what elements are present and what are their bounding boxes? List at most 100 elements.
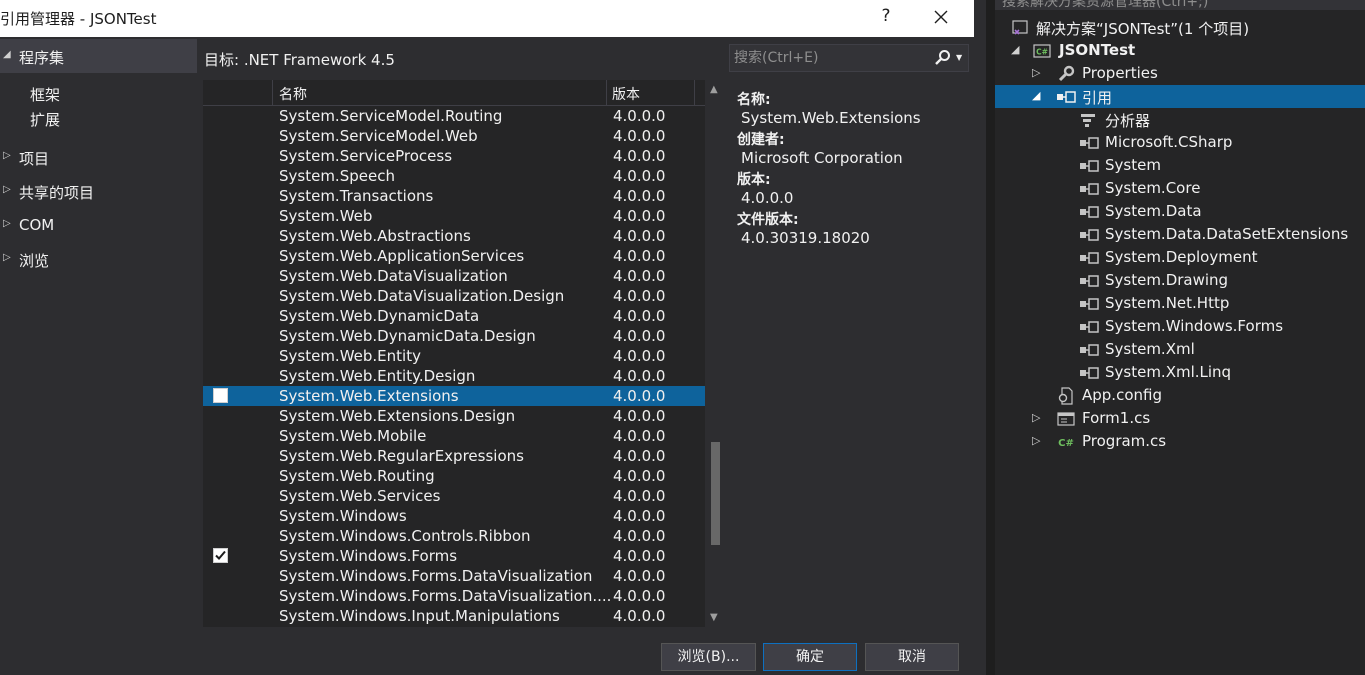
tree-item-reference[interactable]: System.Deployment	[995, 246, 1365, 269]
tree-item-label: 解决方案“JSONTest”(1 个项目)	[1036, 20, 1250, 38]
nav-item-projects[interactable]: ▷ 项目	[0, 146, 197, 170]
expand-arrow-icon[interactable]: ▷	[3, 218, 11, 229]
expand-arrow-icon[interactable]: ▷	[1032, 66, 1040, 79]
table-row[interactable]: System.Web.Services 4.0.0.0	[203, 486, 705, 506]
collapse-arrow-icon[interactable]: ◢	[1011, 43, 1019, 56]
table-row[interactable]: System.Web.Routing 4.0.0.0	[203, 466, 705, 486]
table-row[interactable]: System.Web.DynamicData 4.0.0.0	[203, 306, 705, 326]
assembly-name: System.ServiceModel.Web	[279, 127, 478, 145]
tree-item-reference[interactable]: System.Windows.Forms	[995, 315, 1365, 338]
tree-item-reference[interactable]: System.Xml.Linq	[995, 361, 1365, 384]
assembly-name: System.Web.DataVisualization.Design	[279, 287, 565, 305]
collapse-arrow-icon[interactable]: ◢	[3, 49, 11, 60]
scroll-down-icon[interactable]: ▼	[710, 612, 718, 623]
table-row[interactable]: System.Transactions 4.0.0.0	[203, 186, 705, 206]
close-button[interactable]	[926, 6, 956, 30]
table-row[interactable]: System.ServiceProcess 4.0.0.0	[203, 146, 705, 166]
collapse-arrow-icon[interactable]: ◢	[1032, 89, 1040, 102]
column-separator[interactable]	[694, 80, 695, 106]
nav-item-assemblies[interactable]: ◢ 程序集	[0, 39, 197, 73]
detail-file-version-label: 文件版本:	[737, 212, 799, 228]
nav-item-extensions[interactable]: 扩展	[30, 109, 60, 130]
table-row[interactable]: System.Windows.Input.Manipulations 4.0.0.…	[203, 606, 705, 626]
nav-item-shared-projects[interactable]: ▷ 共享的项目	[0, 180, 197, 204]
search-options-dropdown-icon[interactable]: ▼	[956, 53, 962, 62]
assembly-version: 4.0.0.0	[613, 227, 666, 245]
table-row[interactable]: System.Windows 4.0.0.0	[203, 506, 705, 526]
table-row[interactable]: System.Speech 4.0.0.0	[203, 166, 705, 186]
tree-item-reference[interactable]: System.Net.Http	[995, 292, 1365, 315]
table-row[interactable]: System.Web 4.0.0.0	[203, 206, 705, 226]
vertical-scrollbar[interactable]: ▲ ▼	[705, 80, 725, 627]
tree-item-label: System.Deployment	[1105, 248, 1258, 266]
ok-button[interactable]: 确定	[763, 643, 857, 671]
tree-item-program[interactable]: ▷ C# Program.cs	[995, 430, 1365, 453]
search-icon[interactable]	[934, 49, 952, 71]
column-separator[interactable]	[606, 80, 607, 106]
table-row[interactable]: System.Windows.Controls.Ribbon 4.0.0.0	[203, 526, 705, 546]
assembly-version: 4.0.0.0	[613, 587, 666, 605]
nav-item-framework[interactable]: 框架	[30, 84, 60, 105]
table-row[interactable]: System.Web.Extensions 4.0.0.0	[203, 386, 705, 406]
table-row[interactable]: System.Web.DataVisualization.Design 4.0.0…	[203, 286, 705, 306]
table-row[interactable]: System.Web.Extensions.Design 4.0.0.0	[203, 406, 705, 426]
expand-arrow-icon[interactable]: ▷	[1032, 434, 1040, 447]
checkbox[interactable]	[213, 388, 228, 403]
tree-item-solution[interactable]: 解决方案“JSONTest”(1 个项目)	[995, 16, 1365, 39]
tree-item-reference[interactable]: System.Data	[995, 200, 1365, 223]
browse-button[interactable]: 浏览(B)...	[661, 643, 756, 671]
tree-item-reference[interactable]: System.Core	[995, 177, 1365, 200]
expand-arrow-icon[interactable]: ▷	[3, 150, 11, 161]
cancel-button[interactable]: 取消	[865, 643, 959, 671]
tree-item-project[interactable]: ◢ C# JSONTest	[995, 39, 1365, 62]
assembly-name: System.Windows	[279, 507, 407, 525]
table-row[interactable]: System.Web.Entity 4.0.0.0	[203, 346, 705, 366]
search-box[interactable]: ▼	[729, 44, 969, 72]
table-row[interactable]: System.Web.ApplicationServices 4.0.0.0	[203, 246, 705, 266]
tree-item-app-config[interactable]: App.config	[995, 384, 1365, 407]
help-button[interactable]: ?	[874, 6, 898, 30]
table-row[interactable]: System.Web.Abstractions 4.0.0.0	[203, 226, 705, 246]
scroll-thumb[interactable]	[711, 442, 720, 545]
assembly-version: 4.0.0.0	[613, 267, 666, 285]
expand-arrow-icon[interactable]: ▷	[1032, 411, 1040, 424]
assembly-name: System.Web	[279, 207, 373, 225]
table-row[interactable]: System.Web.DataVisualization 4.0.0.0	[203, 266, 705, 286]
table-row[interactable]: System.Web.DynamicData.Design 4.0.0.0	[203, 326, 705, 346]
assembly-version: 4.0.0.0	[613, 187, 666, 205]
table-row[interactable]: System.ServiceModel.Routing 4.0.0.0	[203, 106, 705, 126]
table-row[interactable]: System.Web.RegularExpressions 4.0.0.0	[203, 446, 705, 466]
tree-item-label: 分析器	[1105, 112, 1151, 130]
table-row[interactable]: System.ServiceModel.Web 4.0.0.0	[203, 126, 705, 146]
scroll-up-icon[interactable]: ▲	[710, 84, 718, 95]
table-row[interactable]: System.Windows.Forms.DataVisualization..…	[203, 586, 705, 606]
column-header-version[interactable]: 版本	[612, 84, 640, 104]
table-row[interactable]: System.Web.Entity.Design 4.0.0.0	[203, 366, 705, 386]
tree-item-reference[interactable]: Microsoft.CSharp	[995, 131, 1365, 154]
search-input[interactable]	[734, 48, 929, 68]
table-row[interactable]: System.Web.Mobile 4.0.0.0	[203, 426, 705, 446]
dialog-titlebar: 引用管理器 - JSONTest ?	[0, 0, 974, 37]
tree-item-reference[interactable]: System	[995, 154, 1365, 177]
expand-arrow-icon[interactable]: ▷	[3, 252, 11, 263]
checkbox-checked[interactable]	[213, 548, 228, 563]
tree-item-reference[interactable]: System.Drawing	[995, 269, 1365, 292]
tree-item-reference[interactable]: System.Xml	[995, 338, 1365, 361]
table-row[interactable]: System.Windows.Forms.DataVisualization 4.…	[203, 566, 705, 586]
nav-item-browse[interactable]: ▷ 浏览	[0, 248, 197, 272]
nav-item-com[interactable]: ▷ COM	[0, 214, 197, 238]
tree-item-analyzers[interactable]: 分析器	[995, 108, 1365, 131]
tree-item-label: 引用	[1082, 89, 1113, 107]
tree-item-reference[interactable]: System.Data.DataSetExtensions	[995, 223, 1365, 246]
solution-explorer-search[interactable]: 搜索解决方案资源管理器(Ctrl+;)	[995, 0, 1365, 10]
column-header-name[interactable]: 名称	[279, 84, 307, 104]
tree-item-references[interactable]: ◢ 引用	[995, 85, 1365, 108]
column-separator[interactable]	[272, 80, 273, 106]
assembly-reference-icon	[1079, 226, 1099, 244]
expand-arrow-icon[interactable]: ▷	[3, 184, 11, 195]
table-row[interactable]: System.Windows.Forms 4.0.0.0	[203, 546, 705, 566]
tree-item-form1[interactable]: ▷ Form1.cs	[995, 407, 1365, 430]
splitter[interactable]	[986, 0, 995, 675]
config-file-icon	[1057, 387, 1075, 405]
tree-item-properties[interactable]: ▷ Properties	[995, 62, 1365, 85]
